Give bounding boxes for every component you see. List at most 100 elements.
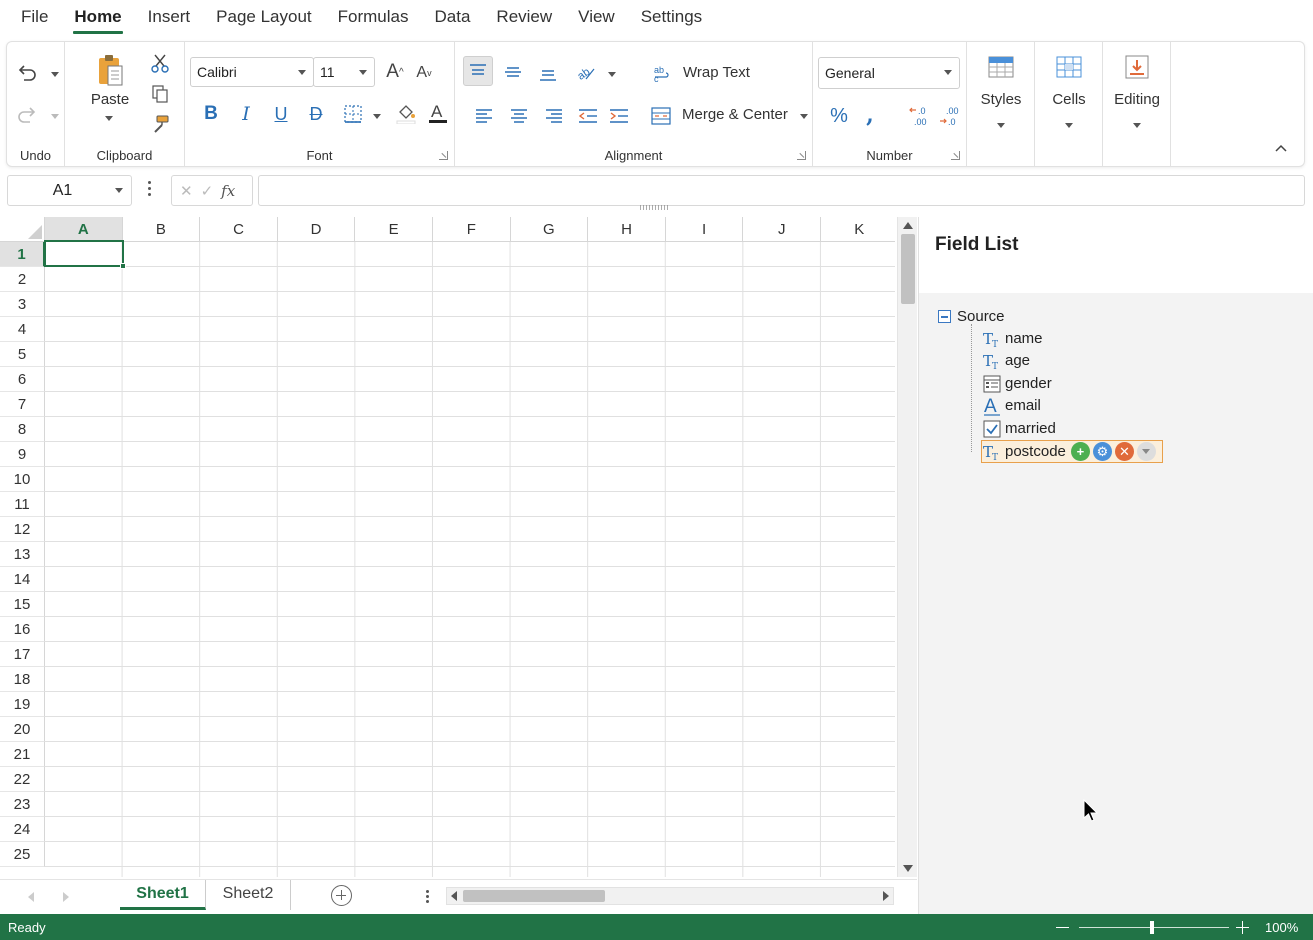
scroll-up-icon[interactable] (903, 222, 913, 229)
column-header-i[interactable]: I (665, 217, 744, 242)
row-header-25[interactable]: 25 (0, 842, 45, 867)
number-dialog-launcher-icon[interactable] (951, 151, 960, 160)
insert-function-icon[interactable]: fx (221, 182, 235, 200)
row-header-16[interactable]: 16 (0, 617, 45, 642)
chevron-down-icon[interactable] (1136, 442, 1156, 461)
copy-icon[interactable] (149, 83, 171, 105)
row-header-7[interactable]: 7 (0, 392, 45, 417)
row-header-3[interactable]: 3 (0, 292, 45, 317)
row-header-8[interactable]: 8 (0, 417, 45, 442)
zoom-out-icon[interactable] (1056, 927, 1069, 928)
font-color-icon[interactable]: A (426, 100, 450, 126)
paste-label[interactable]: Paste (87, 91, 133, 108)
column-header-h[interactable]: H (588, 217, 666, 242)
menu-page-layout[interactable]: Page Layout (203, 0, 324, 36)
wrap-text-icon[interactable]: ab c (651, 62, 673, 84)
column-header-b[interactable]: B (122, 217, 201, 242)
increase-font-icon[interactable]: A ^ (383, 60, 407, 84)
row-header-20[interactable]: 20 (0, 717, 45, 742)
name-box[interactable]: A1 (7, 175, 132, 206)
row-header-24[interactable]: 24 (0, 817, 45, 842)
scroll-left-icon[interactable] (451, 891, 457, 901)
orientation-dropdown-icon[interactable] (608, 72, 616, 77)
collapse-icon[interactable] (938, 310, 951, 323)
decrease-indent-icon[interactable] (576, 104, 600, 128)
row-header-22[interactable]: 22 (0, 767, 45, 792)
menu-data[interactable]: Data (422, 0, 484, 36)
row-header-5[interactable]: 5 (0, 342, 45, 367)
align-bottom-icon[interactable] (536, 62, 560, 86)
formula-bar-resize-handle[interactable] (640, 205, 670, 210)
align-middle-icon[interactable] (501, 60, 525, 84)
column-header-d[interactable]: D (277, 217, 356, 242)
confirm-formula-icon[interactable]: ✓ (201, 182, 214, 200)
select-all-corner[interactable] (0, 217, 45, 242)
column-header-f[interactable]: F (433, 217, 511, 242)
row-header-18[interactable]: 18 (0, 667, 45, 692)
column-header-c[interactable]: C (200, 217, 278, 242)
styles-group[interactable]: Styles (967, 42, 1035, 166)
add-field-icon[interactable]: + (1070, 442, 1090, 461)
borders-dropdown-icon[interactable] (373, 114, 381, 119)
menu-file[interactable]: File (8, 0, 61, 36)
column-header-j[interactable]: J (743, 217, 821, 242)
align-left-icon[interactable] (472, 104, 496, 128)
fill-handle[interactable] (120, 263, 126, 269)
more-options-icon[interactable] (148, 181, 152, 199)
borders-icon[interactable] (341, 102, 365, 126)
percent-icon[interactable]: % (826, 104, 852, 128)
active-cell-a1[interactable] (44, 240, 124, 267)
row-header-1[interactable]: 1 (0, 242, 45, 267)
row-header-11[interactable]: 11 (0, 492, 45, 517)
redo-dropdown-icon[interactable] (51, 114, 59, 119)
alignment-dialog-launcher-icon[interactable] (797, 151, 806, 160)
field-item-name[interactable]: TT name (982, 328, 1043, 349)
vertical-scrollbar[interactable] (897, 217, 917, 877)
number-format-select[interactable]: General (818, 57, 960, 89)
format-painter-icon[interactable] (149, 113, 171, 135)
row-header-10[interactable]: 10 (0, 467, 45, 492)
field-item-email[interactable]: A email (982, 395, 1041, 416)
zoom-slider-thumb[interactable] (1150, 921, 1154, 934)
menu-insert[interactable]: Insert (135, 0, 204, 36)
increase-decimal-icon[interactable]: .0.00 (907, 104, 933, 128)
horizontal-scroll-thumb[interactable] (463, 890, 605, 902)
wrap-text-button[interactable]: Wrap Text (683, 64, 750, 81)
row-header-9[interactable]: 9 (0, 442, 45, 467)
row-header-19[interactable]: 19 (0, 692, 45, 717)
zoom-in-icon[interactable] (1236, 921, 1249, 934)
zoom-slider[interactable] (1079, 927, 1229, 928)
redo-icon[interactable] (14, 102, 40, 128)
merge-center-button[interactable]: Merge & Center (682, 106, 788, 123)
font-name-select[interactable]: Calibri (190, 57, 314, 87)
gear-icon[interactable]: ⚙ (1092, 442, 1112, 461)
row-header-17[interactable]: 17 (0, 642, 45, 667)
cell-area[interactable] (45, 242, 895, 877)
row-header-4[interactable]: 4 (0, 317, 45, 342)
menu-settings[interactable]: Settings (628, 0, 715, 36)
sheet-tab-sheet1[interactable]: Sheet1 (120, 880, 206, 910)
row-header-15[interactable]: 15 (0, 592, 45, 617)
orientation-icon[interactable]: ab (574, 60, 598, 84)
field-item-postcode[interactable]: TT postcode + ⚙ ✕ (981, 440, 1163, 463)
merge-center-icon[interactable] (649, 104, 673, 128)
font-size-select[interactable]: 11 (313, 57, 375, 87)
undo-icon[interactable] (14, 60, 40, 86)
menu-formulas[interactable]: Formulas (325, 0, 422, 36)
paste-icon[interactable] (93, 52, 127, 88)
menu-review[interactable]: Review (483, 0, 565, 36)
editing-group[interactable]: Editing (1103, 42, 1171, 166)
decrease-font-icon[interactable]: Av (413, 62, 435, 84)
decrease-decimal-icon[interactable]: .00.0 (937, 104, 963, 128)
paste-dropdown-icon[interactable] (105, 116, 113, 121)
spreadsheet-grid[interactable]: ABCDEFGHIJK 1 2 3 4 5 6 7 8 9 10 11 12 13 14 15 16 17 18 1… (0, 217, 895, 877)
add-sheet-icon[interactable] (331, 885, 352, 906)
collapse-ribbon-icon[interactable] (1271, 138, 1291, 158)
row-header-13[interactable]: 13 (0, 542, 45, 567)
italic-icon[interactable]: I (234, 102, 258, 126)
align-center-icon[interactable] (507, 104, 531, 128)
scroll-right-icon[interactable] (883, 891, 889, 901)
underline-icon[interactable]: U (269, 102, 293, 126)
formula-input[interactable] (258, 175, 1305, 206)
comma-style-icon[interactable]: , (858, 102, 882, 128)
